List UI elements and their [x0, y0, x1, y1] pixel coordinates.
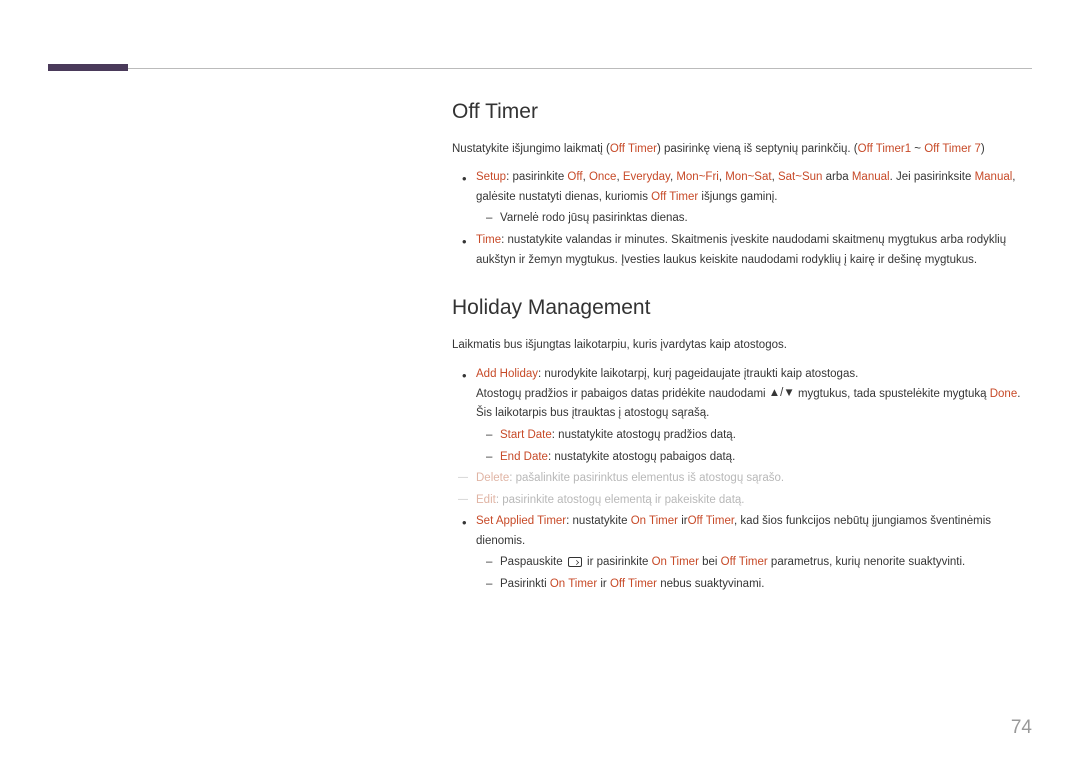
add-holiday-sublist: Start Date: nustatykite atostogų pradžio… — [476, 426, 1032, 467]
start-date-label: Start Date — [500, 429, 552, 441]
time-label: Time — [476, 234, 501, 246]
text: : nustatykite valandas ir minutes. Skait… — [476, 234, 1006, 266]
holiday-list: Add Holiday: nurodykite laikotarpį, kurį… — [452, 365, 1032, 595]
set-applied-timer-item: Set Applied Timer: nustatykite On Timer … — [476, 512, 1032, 594]
text: Pasirinkti — [500, 578, 550, 590]
opt: Once — [589, 171, 617, 183]
text: ) pasirinkę vieną iš septynių parinkčių.… — [657, 143, 858, 155]
opt: Manual — [852, 171, 890, 183]
page-number: 74 — [1011, 717, 1032, 739]
opt: Manual — [975, 171, 1013, 183]
off-timer-list: Setup: pasirinkite Off, Once, Everyday, … — [452, 168, 1032, 270]
on-timer-label: On Timer — [652, 556, 699, 568]
text: ) — [981, 143, 985, 155]
holiday-intro: Laikmatis bus išjungtas laikotarpiu, kur… — [452, 336, 1032, 354]
set-applied-label: Set Applied Timer — [476, 515, 566, 527]
add-holiday-label: Add Holiday — [476, 368, 538, 380]
text: parametrus, kurių nenorite suaktyvinti. — [768, 556, 966, 568]
selected-not-activated-item: Pasirinkti On Timer ir Off Timer nebus s… — [500, 575, 1032, 595]
off-timer-label: Off Timer — [688, 515, 734, 527]
setup-sublist: Varnelė rodo jūsų pasirinktas dienas. — [476, 209, 1032, 229]
opt: Everyday — [623, 171, 670, 183]
opt: Sat~Sun — [778, 171, 822, 183]
delete-label: Delete — [476, 472, 509, 484]
text: : nustatykite — [566, 515, 631, 527]
text: Šis laikotarpis bus įtrauktas į atostogų… — [476, 407, 709, 419]
text: : pasirinkite — [506, 171, 567, 183]
text: Paspauskite — [500, 556, 566, 568]
text: : pašalinkite pasirinktus elementus iš a… — [509, 472, 784, 484]
page-content: Off Timer Nustatykite išjungimo laikmatį… — [452, 100, 1032, 596]
text: ~ — [911, 143, 924, 155]
end-date-label: End Date — [500, 451, 548, 463]
time-item: Time: nustatykite valandas ir minutes. S… — [476, 231, 1032, 270]
opt: Mon~Sat — [725, 171, 771, 183]
opt: Mon~Fri — [676, 171, 719, 183]
add-holiday-item: Add Holiday: nurodykite laikotarpį, kurį… — [476, 365, 1032, 511]
off-timer-label: Off Timer — [610, 578, 657, 590]
header-accent-bar — [48, 64, 128, 71]
done-label: Done — [990, 388, 1018, 400]
header-divider — [48, 68, 1032, 69]
text: : pasirinkite atostogų elementą ir pakei… — [496, 494, 745, 506]
hl-text: Off Timer 7 — [924, 143, 981, 155]
off-timer-intro: Nustatykite išjungimo laikmatį (Off Time… — [452, 140, 1032, 158]
text: nebus suaktyvinami. — [657, 578, 764, 590]
delete-item: Delete: pašalinkite pasirinktus elementu… — [476, 469, 1032, 489]
text: mygtukus, tada spustelėkite mygtuką — [795, 388, 990, 400]
text: : nustatykite atostogų pradžios datą. — [552, 429, 736, 441]
off-timer-label: Off Timer — [721, 556, 768, 568]
opt: Off — [567, 171, 582, 183]
up-down-arrow-icon: ▲/▼ — [769, 384, 795, 404]
hl-text: Off Timer — [610, 143, 657, 155]
press-select-item: Paspauskite ir pasirinkite On Timer bei … — [500, 553, 1032, 573]
checkmark-note: Varnelė rodo jūsų pasirinktas dienas. — [500, 209, 1032, 229]
setup-label: Setup — [476, 171, 506, 183]
text: bei — [699, 556, 721, 568]
text: . Jei pasirinksite — [890, 171, 975, 183]
end-date-item: End Date: nustatykite atostogų pabaigos … — [500, 448, 1032, 468]
set-applied-sublist: Paspauskite ir pasirinkite On Timer bei … — [476, 553, 1032, 594]
text: : nurodykite laikotarpį, kurį pageidauja… — [538, 368, 858, 380]
off-timer-heading: Off Timer — [452, 100, 1032, 124]
select-button-icon — [568, 557, 582, 567]
on-timer-label: On Timer — [631, 515, 678, 527]
text: : nustatykite atostogų pabaigos datą. — [548, 451, 735, 463]
holiday-heading: Holiday Management — [452, 296, 1032, 320]
edit-label: Edit — [476, 494, 496, 506]
setup-item: Setup: pasirinkite Off, Once, Everyday, … — [476, 168, 1032, 229]
faded-sublist: Delete: pašalinkite pasirinktus elementu… — [476, 469, 1032, 510]
text: ir — [678, 515, 688, 527]
text: Atostogų pradžios ir pabaigos datas prid… — [476, 388, 769, 400]
holiday-section: Holiday Management Laikmatis bus išjungt… — [452, 296, 1032, 594]
edit-item: Edit: pasirinkite atostogų elementą ir p… — [476, 491, 1032, 511]
text: išjungs gaminį. — [698, 191, 777, 203]
opt: Off Timer — [651, 191, 698, 203]
text: . — [1017, 388, 1020, 400]
on-timer-label: On Timer — [550, 578, 597, 590]
text: arba — [822, 171, 851, 183]
text: Nustatykite išjungimo laikmatį ( — [452, 143, 610, 155]
text: ir — [597, 578, 610, 590]
hl-text: Off Timer1 — [858, 143, 911, 155]
start-date-item: Start Date: nustatykite atostogų pradžio… — [500, 426, 1032, 446]
text: ir pasirinkite — [584, 556, 652, 568]
